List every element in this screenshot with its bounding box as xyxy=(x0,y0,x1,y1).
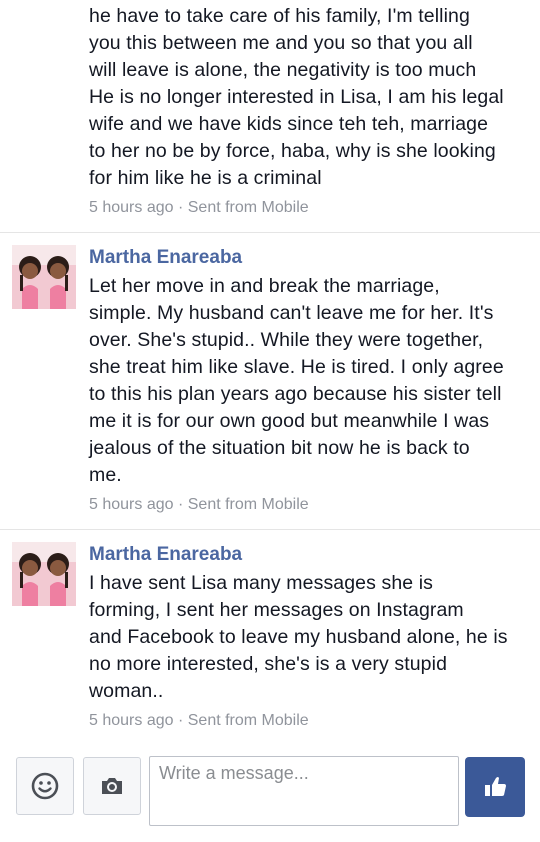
message-time[interactable]: 5 hours ago xyxy=(89,712,174,729)
thumbs-up-icon xyxy=(485,777,506,796)
avatar-photo xyxy=(12,245,76,309)
like-button[interactable] xyxy=(465,757,525,817)
message-source: Sent from Mobile xyxy=(187,712,309,729)
camera-button[interactable] xyxy=(83,757,141,815)
meta-separator: · xyxy=(177,496,184,513)
camera-icon xyxy=(102,778,122,794)
avatar-photo xyxy=(12,542,76,606)
message-text: Let her move in and break the marriage, … xyxy=(89,275,504,486)
message-meta: 5 hours ago · Sent from Mobile xyxy=(89,198,309,218)
message-item: Martha Enareaba Let her move in and brea… xyxy=(0,233,540,529)
message-text: he have to take care of his family, I'm … xyxy=(89,5,504,189)
message-time[interactable]: 5 hours ago xyxy=(89,199,174,216)
message-meta: 5 hours ago · Sent from Mobile xyxy=(89,711,309,731)
author-name[interactable]: Martha Enareaba xyxy=(89,247,242,269)
message-source: Sent from Mobile xyxy=(187,199,309,216)
smiley-icon xyxy=(31,772,59,800)
message-text: I have sent Lisa many messages she is fo… xyxy=(89,572,508,702)
author-name[interactable]: Martha Enareaba xyxy=(89,544,242,566)
message-time[interactable]: 5 hours ago xyxy=(89,496,174,513)
message-item: he have to take care of his family, I'm … xyxy=(0,0,540,232)
emoji-button[interactable] xyxy=(16,757,74,815)
meta-separator: · xyxy=(177,712,184,729)
message-meta: 5 hours ago · Sent from Mobile xyxy=(89,495,309,515)
meta-separator: · xyxy=(177,199,184,216)
avatar[interactable] xyxy=(12,245,76,309)
message-input[interactable] xyxy=(149,756,459,826)
message-composer xyxy=(0,748,540,842)
message-item: Martha Enareaba I have sent Lisa many me… xyxy=(0,530,540,746)
message-source: Sent from Mobile xyxy=(187,496,309,513)
avatar[interactable] xyxy=(12,542,76,606)
